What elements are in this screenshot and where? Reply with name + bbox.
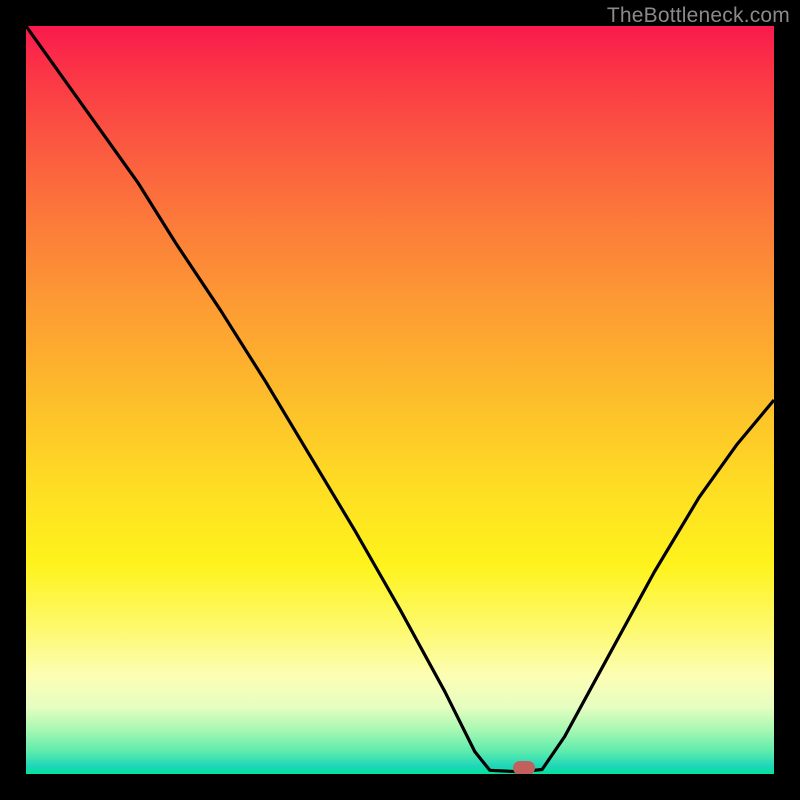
optimal-marker [513,761,535,774]
curve-layer [26,26,774,774]
watermark-text: TheBottleneck.com [607,4,790,28]
plot-area [26,26,774,774]
bottleneck-curve [26,26,774,772]
chart-frame: TheBottleneck.com [0,0,800,800]
